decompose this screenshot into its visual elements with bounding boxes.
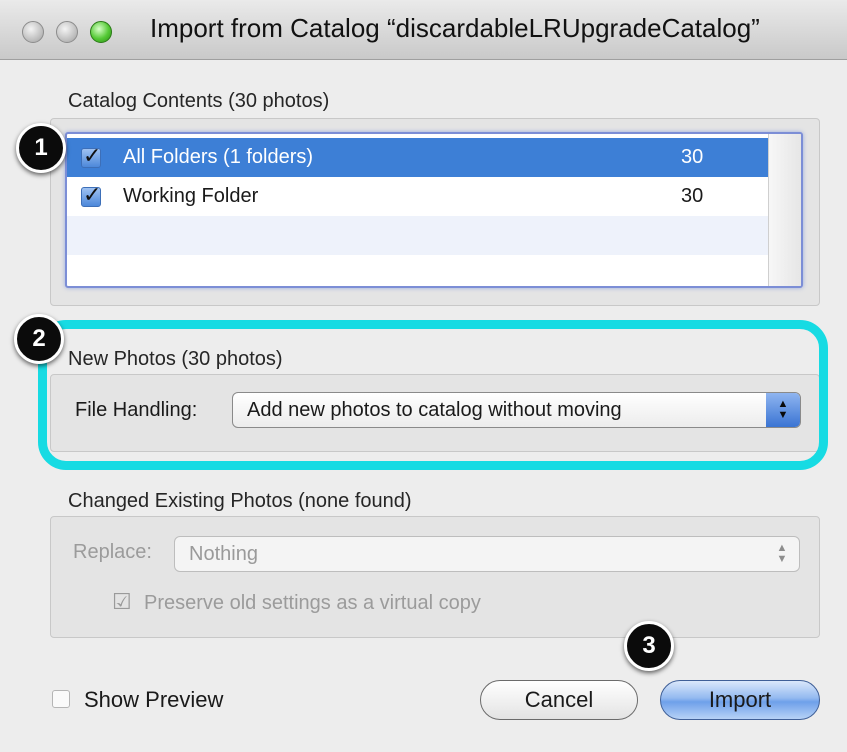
list-item[interactable]: All Folders (1 folders) 30 xyxy=(67,138,769,177)
catalog-folder-list[interactable]: All Folders (1 folders) 30 Working Folde… xyxy=(65,132,803,288)
list-item[interactable]: Working Folder 30 xyxy=(67,177,769,216)
callout-badge-3: 3 xyxy=(624,621,674,671)
row-name: All Folders (1 folders) xyxy=(123,146,314,168)
highlight-ring xyxy=(38,320,828,470)
preserve-label: Preserve old settings as a virtual copy xyxy=(144,592,481,614)
callout-badge-2: 2 xyxy=(14,314,64,364)
preserve-checkbox[interactable]: ☑ xyxy=(112,591,132,613)
callout-badge-1: 1 xyxy=(16,123,66,173)
row-name: Working Folder xyxy=(123,185,259,207)
import-button[interactable]: Import xyxy=(660,680,820,720)
zoom-window-button[interactable] xyxy=(90,21,112,43)
close-window-button[interactable] xyxy=(22,21,44,43)
replace-select[interactable]: Nothing ▲ ▼ xyxy=(174,536,800,572)
list-scrollbar[interactable] xyxy=(768,134,801,286)
window-title: Import from Catalog “discardableLRUpgrad… xyxy=(150,13,760,43)
changed-photos-label: Changed Existing Photos (none found) xyxy=(68,490,412,512)
replace-value: Nothing xyxy=(189,542,258,565)
minimize-window-button[interactable] xyxy=(56,21,78,43)
changed-photos-group xyxy=(50,516,820,638)
row-count: 30 xyxy=(681,185,704,207)
catalog-contents-label: Catalog Contents (30 photos) xyxy=(68,90,330,112)
show-preview-checkbox[interactable] xyxy=(52,690,70,708)
show-preview-label[interactable]: Show Preview xyxy=(84,687,223,713)
empty-row xyxy=(67,216,769,255)
checkbox-working-folder[interactable] xyxy=(81,182,101,208)
row-count: 30 xyxy=(681,146,704,168)
checkbox-all-folders[interactable] xyxy=(81,143,101,169)
cancel-button[interactable]: Cancel xyxy=(480,680,638,720)
replace-label: Replace: xyxy=(73,541,152,563)
up-down-arrows-icon: ▲ ▼ xyxy=(776,542,788,565)
empty-row xyxy=(67,255,769,286)
